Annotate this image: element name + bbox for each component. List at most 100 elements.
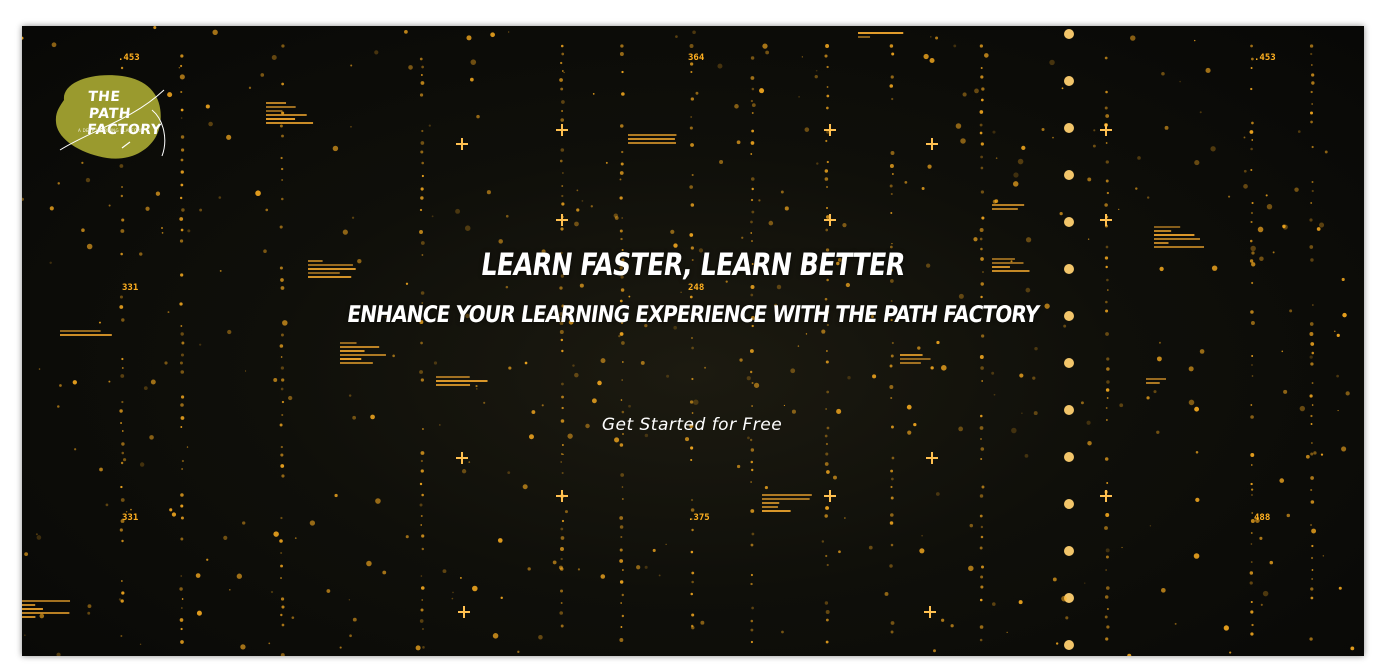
particle-dot: [979, 131, 983, 135]
particle-dot: [1064, 358, 1074, 368]
particle-dot: [280, 453, 284, 457]
particle-dot: [680, 291, 682, 293]
particle-dot: [309, 520, 316, 526]
particle-dot: [1251, 201, 1254, 205]
particle-dot: [750, 293, 754, 297]
particle-dot: [628, 404, 631, 408]
particle-dot: [690, 592, 693, 596]
particle-dot: [1310, 488, 1313, 492]
particle-dot: [1310, 523, 1313, 527]
particle-background: .453 331 331 .375 488 .453 364 248: [22, 26, 1355, 656]
particle-dot: [644, 565, 648, 569]
particle-dot: [751, 112, 754, 114]
logo[interactable]: THE PATH FACTORY A DEEP LEARNING PLATFOR…: [52, 70, 202, 170]
particle-dot: [751, 87, 755, 91]
particle-dot: [1250, 404, 1253, 406]
particle-dot: [981, 216, 985, 220]
particle-dot: [1164, 125, 1169, 130]
particle-dot: [1311, 382, 1314, 384]
particle-dot: [1107, 289, 1109, 291]
particle-dot: [490, 32, 495, 38]
particle-dot: [751, 240, 753, 242]
particle-dot: [581, 199, 584, 202]
particle-dot: [280, 366, 285, 370]
particle-dot: [120, 422, 122, 424]
particle-dot: [751, 532, 755, 536]
particle-dot: [574, 372, 579, 378]
particle-dot: [619, 559, 624, 563]
particle-dot: [620, 626, 623, 628]
page-frame: .453 331 331 .375 488 .453 364 248 THE PATH FAC…: [0, 0, 1392, 665]
particle-dot: [751, 103, 756, 108]
particle-dot: [1259, 536, 1263, 540]
particle-dot: [1106, 367, 1110, 371]
particle-dot: [826, 86, 829, 88]
particle-dot: [1320, 453, 1324, 456]
particle-dot: [280, 286, 285, 290]
particle-dot: [242, 521, 246, 525]
particle-dot: [181, 607, 183, 609]
particle-dot: [121, 539, 124, 543]
particle-dot: [352, 415, 356, 420]
particle-dot: [51, 42, 57, 48]
particle-dot: [1019, 373, 1024, 378]
particle-dot: [268, 642, 271, 645]
particle-dot: [826, 426, 830, 430]
particle-dot: [979, 123, 983, 127]
particle-dot: [1130, 35, 1136, 41]
particle-dot: [171, 512, 177, 517]
particle-dot: [832, 475, 837, 480]
particle-dot: [691, 528, 694, 532]
hero-headline: LEARN FASTER, LEARN BETTER: [478, 246, 908, 283]
particle-dot: [420, 515, 423, 517]
particle-dot: [1345, 391, 1350, 396]
particle-dot: [1251, 355, 1254, 357]
particle-dot: [405, 282, 409, 285]
particle-dot: [420, 378, 424, 382]
particle-dot: [621, 70, 624, 74]
particle-dot: [1105, 548, 1110, 553]
particle-dot: [1064, 499, 1074, 509]
particle-dot: [205, 104, 210, 109]
particle-dot: [121, 451, 125, 455]
particle-dot: [628, 295, 631, 298]
particle-dot: [1106, 191, 1110, 195]
particle-dot: [486, 190, 491, 195]
particle-dot: [180, 64, 183, 68]
particle-dot: [99, 467, 103, 472]
particle-dot: [826, 106, 829, 110]
particle-dot: [891, 477, 894, 481]
particle-dot: [689, 185, 693, 189]
particle-dot: [562, 172, 564, 174]
particle-dot: [1265, 194, 1268, 197]
particle-dot: [1250, 632, 1254, 636]
particle-dot: [619, 548, 623, 552]
particle-dot: [470, 77, 474, 82]
particle-dot: [980, 282, 984, 286]
particle-dot: [1324, 150, 1328, 154]
particle-dot: [281, 197, 284, 201]
particle-dot: [690, 498, 694, 502]
particle-dot: [979, 514, 983, 518]
particle-dot: [750, 582, 753, 586]
particle-dot: [1080, 401, 1084, 405]
get-started-button[interactable]: Get Started for Free: [582, 410, 802, 440]
data-text-cluster: [1146, 378, 1166, 384]
particle-dot: [923, 53, 929, 60]
particle-dot: [180, 170, 184, 174]
particle-dot: [1228, 195, 1231, 198]
particle-dot: [420, 74, 423, 76]
particle-dot: [564, 510, 568, 514]
particle-dot: [508, 31, 510, 33]
particle-dot: [750, 76, 755, 80]
particle-dot: [776, 284, 782, 290]
particle-dot: [280, 613, 283, 617]
particle-dot: [1106, 380, 1110, 384]
particle-dot: [421, 129, 424, 133]
particle-dot: [746, 376, 751, 381]
particle-dot: [825, 360, 829, 364]
particle-dot: [1250, 44, 1253, 48]
particle-dot: [872, 374, 877, 379]
particle-dot: [621, 486, 624, 488]
particle-dot: [1188, 366, 1194, 372]
